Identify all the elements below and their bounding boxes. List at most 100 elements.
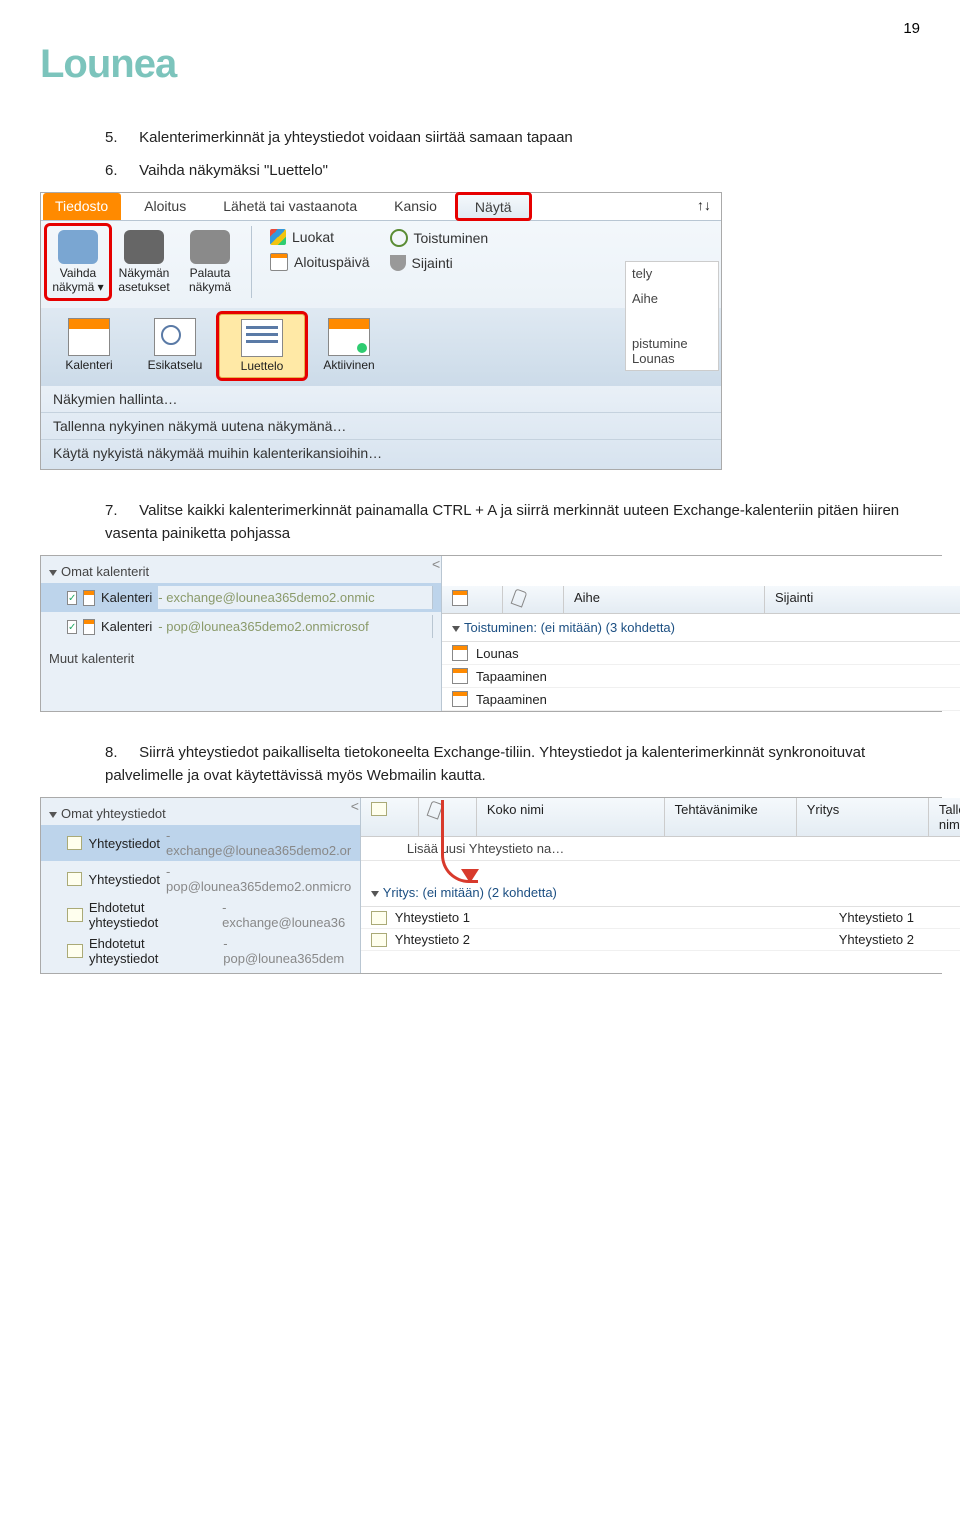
recurrence-label: Toistuminen <box>414 230 489 246</box>
sort-arrows-icon[interactable]: ↑↓ <box>697 197 711 213</box>
checkbox-icon[interactable] <box>67 591 77 605</box>
triangle-icon <box>371 891 379 897</box>
tab-view[interactable]: Näytä <box>456 193 531 220</box>
tab-send-receive[interactable]: Lähetä tai vastaanota <box>205 193 376 220</box>
paragraph-8: 8. Siirrä yhteystiedot paikalliselta tie… <box>105 742 920 787</box>
col-subject[interactable]: Aihe <box>564 586 765 613</box>
save-view-item[interactable]: Tallenna nykyinen näkymä uutena näkymänä… <box>41 412 721 439</box>
start-date-label: Aloituspäivä <box>294 254 370 270</box>
location-label: Sijainti <box>412 255 453 271</box>
annotation-arrow <box>441 800 478 883</box>
contacts-icon <box>67 908 83 922</box>
col-title[interactable]: Tehtävänimike <box>665 798 797 836</box>
preview-cell: Aihe <box>632 291 712 306</box>
location-button[interactable]: Sijainti <box>382 252 497 274</box>
pin-icon <box>390 255 406 271</box>
contacts-account: - pop@lounea365dem <box>223 936 352 966</box>
calendar-list-pane: < Aihe Sijainti Toistuminen: (ei mitään)… <box>442 556 960 711</box>
view-list-label: Luettelo <box>222 359 302 373</box>
contacts-item[interactable]: Yhteystiedot - pop@lounea365demo2.onmicr… <box>41 861 360 897</box>
col-icon[interactable] <box>442 586 503 613</box>
checkbox-icon[interactable] <box>67 620 77 634</box>
nav-header-other[interactable]: Muut kalenterit <box>41 647 441 670</box>
collapse-icon[interactable]: < <box>351 798 359 814</box>
list-text: Valitse kaikki kalenterimerkinnät painam… <box>105 502 899 542</box>
view-preview-label: Esikatselu <box>135 358 215 372</box>
row-subject: Tapaaminen <box>476 669 547 684</box>
paperclip-icon <box>511 588 528 607</box>
view-active-button[interactable]: Aktiivinen <box>307 314 391 378</box>
ribbon-tabs: Tiedosto Aloitus Lähetä tai vastaanota K… <box>41 193 721 221</box>
calendar-item[interactable]: Kalenteri - exchange@lounea365demo2.onmi… <box>41 583 441 612</box>
nav-header[interactable]: Omat yhteystiedot <box>41 802 360 825</box>
change-view-icon <box>58 230 98 264</box>
contacts-account: - pop@lounea365demo2.onmicro <box>166 864 352 894</box>
manage-views-item[interactable]: Näkymien hallinta… <box>41 386 721 412</box>
nav-header[interactable]: Omat kalenterit <box>41 560 441 583</box>
col-icon[interactable] <box>361 798 419 836</box>
contacts-item[interactable]: Yhteystiedot - exchange@lounea365demo2.o… <box>41 825 360 861</box>
list-row[interactable]: Yhteystieto 1 Yhteystieto 1 <box>361 907 960 929</box>
view-calendar-label: Kalenteri <box>49 358 129 372</box>
list-row[interactable]: Yhteystieto 2 Yhteystieto 2 <box>361 929 960 951</box>
list-number: 5. <box>105 127 135 150</box>
preview-cell: tely <box>632 266 712 281</box>
screenshot-calendar-list: Omat kalenterit Kalenteri - exchange@lou… <box>40 555 942 712</box>
calendar-icon <box>83 590 95 606</box>
col-company[interactable]: Yritys <box>797 798 929 836</box>
view-gallery: Kalenteri Esikatselu Luettelo Aktiivinen <box>41 308 721 386</box>
tab-file[interactable]: Tiedosto <box>43 193 121 220</box>
paragraph-5: 5. Kalenterimerkinnät ja yhteystiedot vo… <box>105 127 920 150</box>
triangle-icon <box>452 626 460 632</box>
change-view-button[interactable]: Vaihda näkymä ▾ <box>47 226 109 298</box>
preview-view-icon <box>154 318 196 356</box>
view-calendar-button[interactable]: Kalenteri <box>47 314 131 378</box>
list-row[interactable]: Tapaaminen <box>442 665 960 688</box>
calendar-label: Kalenteri <box>101 590 152 605</box>
col-fullname[interactable]: Koko nimi <box>477 798 665 836</box>
contacts-item[interactable]: Ehdotetut yhteystiedot - pop@lounea365de… <box>41 933 360 969</box>
list-text: Siirrä yhteystiedot paikalliselta tietok… <box>105 744 865 784</box>
contacts-nav-pane: Omat yhteystiedot Yhteystiedot - exchang… <box>41 798 361 973</box>
list-row[interactable]: Lounas <box>442 642 960 665</box>
calendar-account: - pop@lounea365demo2.onmicrosof <box>158 615 433 638</box>
ribbon-row1: Vaihda näkymä ▾ Näkymän asetukset Palaut… <box>41 221 721 308</box>
contact-icon <box>371 933 387 947</box>
col-location[interactable]: Sijainti <box>765 586 960 613</box>
categories-icon <box>270 229 286 245</box>
contacts-label: Ehdotetut yhteystiedot <box>89 900 216 930</box>
calendar-icon <box>83 619 95 635</box>
contacts-item[interactable]: Ehdotetut yhteystiedot - exchange@lounea… <box>41 897 360 933</box>
group-header[interactable]: Toistuminen: (ei mitään) (3 kohdetta) <box>442 614 960 642</box>
contacts-icon <box>67 944 83 958</box>
view-active-label: Aktiivinen <box>309 358 389 372</box>
list-row[interactable]: Tapaaminen <box>442 688 960 711</box>
calendar-item[interactable]: Kalenteri - pop@lounea365demo2.onmicroso… <box>41 612 441 641</box>
view-preview-button[interactable]: Esikatselu <box>133 314 217 378</box>
preview-cell: pistumine <box>632 336 712 351</box>
group-header[interactable]: Yritys: (ei mitään) (2 kohdetta) <box>361 879 960 907</box>
recurrence-button[interactable]: Toistuminen <box>382 226 497 250</box>
paragraph-7: 7. Valitse kaikki kalenterimerkinnät pai… <box>105 500 920 545</box>
contacts-label: Yhteystiedot <box>88 836 160 851</box>
col-attachment[interactable] <box>503 586 564 613</box>
reset-view-button[interactable]: Palauta näkymä <box>179 226 241 298</box>
screenshot-contacts-list: Omat yhteystiedot Yhteystiedot - exchang… <box>40 797 942 974</box>
triangle-icon <box>49 812 57 818</box>
tab-home[interactable]: Aloitus <box>126 193 205 220</box>
categories-button[interactable]: Luokat <box>262 226 378 248</box>
apply-view-item[interactable]: Käytä nykyistä näkymää muihin kalenterik… <box>41 439 721 466</box>
preview-cell: Lounas <box>632 351 712 366</box>
reset-view-label: Palauta näkymä <box>181 266 239 294</box>
logo: Lounea <box>40 42 920 87</box>
collapse-icon[interactable]: < <box>432 556 440 572</box>
start-date-button[interactable]: Aloituspäivä <box>262 250 378 274</box>
contact-icon <box>371 911 387 925</box>
tab-folder[interactable]: Kansio <box>376 193 456 220</box>
contacts-icon <box>371 802 387 816</box>
view-settings-button[interactable]: Näkymän asetukset <box>113 226 175 298</box>
row-name: Yhteystieto 2 <box>395 932 575 947</box>
view-list-button[interactable]: Luettelo <box>219 314 305 378</box>
col-filed-as[interactable]: Tallennettu nimellä <box>929 798 960 836</box>
reset-icon <box>190 230 230 264</box>
